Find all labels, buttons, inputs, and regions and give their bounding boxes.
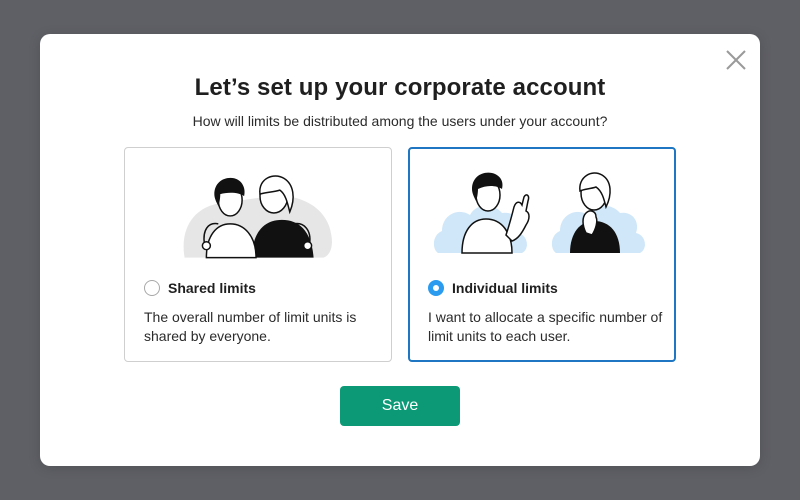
individual-limits-description: I want to allocate a specific number of … [428, 309, 663, 344]
shared-limits-label: Shared limits [168, 280, 256, 296]
option-card-individual-limits[interactable]: Individual limits I want to allocate a s… [408, 147, 676, 362]
people-hugging-illustration [183, 175, 332, 259]
save-button[interactable]: Save [340, 386, 460, 426]
shared-limits-description: The overall number of limit units is sha… [144, 309, 357, 344]
shared-limits-radio[interactable] [144, 280, 160, 296]
individual-limits-label: Individual limits [452, 280, 558, 296]
option-card-shared-limits[interactable]: Shared limits The overall number of limi… [124, 147, 392, 362]
individual-limits-radio[interactable] [428, 280, 444, 296]
dialog-title: Let’s set up your corporate account [194, 74, 606, 101]
dialog-subtitle: How will limits be distributed among the… [192, 113, 608, 129]
setup-dialog: Let’s set up your corporate account How … [40, 34, 760, 466]
close-icon[interactable] [724, 48, 748, 72]
people-waving-illustration [433, 172, 645, 254]
